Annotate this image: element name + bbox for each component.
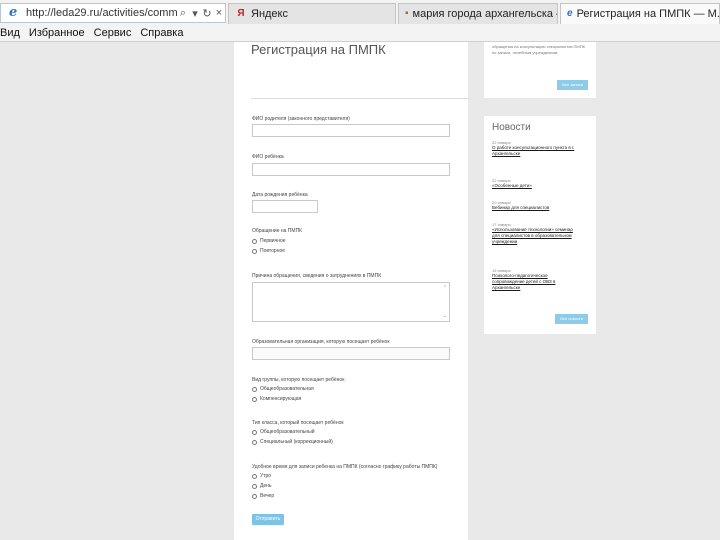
- internet-explorer-icon: e: [9, 5, 18, 20]
- time-option-morning[interactable]: Утро: [252, 473, 271, 479]
- radio-button[interactable]: [252, 248, 257, 254]
- close-icon[interactable]: ×: [213, 7, 225, 19]
- address-bar[interactable]: e http://leda29.ru/activities/commission…: [0, 3, 226, 23]
- time-option-evening[interactable]: Вечер: [252, 493, 274, 499]
- news-link[interactable]: «Использование технологии» семинар для с…: [492, 227, 576, 245]
- radio-button[interactable]: [252, 493, 257, 499]
- news-link[interactable]: Психолого-педагогическое сопровождение д…: [492, 273, 576, 291]
- records-text: обращения на консультацию специалистов П…: [492, 44, 585, 55]
- visit-type-option-repeat[interactable]: Повторное: [252, 248, 285, 254]
- child-name-label: ФИО ребёнка: [252, 154, 284, 160]
- news-item: 22 января О работе консультационного пун…: [492, 140, 576, 157]
- group-kind-label: Вид группы, которую посещает ребёнок: [252, 377, 345, 383]
- tab-yandex[interactable]: Я Яндекс: [228, 3, 396, 24]
- radio-button[interactable]: [252, 483, 257, 489]
- menu-tools[interactable]: Сервис: [94, 27, 132, 41]
- refresh-icon[interactable]: ↻: [201, 7, 213, 20]
- address-text[interactable]: http://leda29.ru/activities/commission/r…: [26, 7, 177, 19]
- time-option-day[interactable]: День: [252, 483, 272, 489]
- dropdown-icon[interactable]: ▾: [189, 7, 201, 20]
- page-title: Регистрация на ПМПК: [251, 42, 386, 57]
- birthdate-label: Дата рождения ребёнка: [252, 192, 308, 198]
- records-card: обращения на консультацию специалистов П…: [484, 42, 596, 98]
- radio-button[interactable]: [252, 473, 257, 479]
- school-label: Образовательная организация, которую пос…: [252, 339, 390, 345]
- tab-label: Регистрация на ПМПК — М...: [576, 8, 720, 20]
- reason-label: Причина обращения, сведения о затруднени…: [252, 273, 382, 279]
- radio-button[interactable]: [252, 439, 257, 445]
- news-item: 22 января «Особенные дети»: [492, 178, 576, 189]
- news-item: 17 января «Использование технологии» сем…: [492, 222, 576, 245]
- browser-chrome: e http://leda29.ru/activities/commission…: [0, 0, 720, 42]
- time-label: Удобное время для записи ребенка на ПМПК…: [252, 464, 438, 470]
- all-news-button[interactable]: Все новости: [555, 314, 588, 324]
- news-item: 20 января Вебинар для специалистов: [492, 200, 576, 211]
- news-link[interactable]: О работе консультационного пункта в г. А…: [492, 145, 576, 157]
- visit-type-option-primary[interactable]: Первичное: [252, 238, 286, 244]
- scroll-up-icon[interactable]: ⌃: [443, 285, 447, 291]
- search-icon[interactable]: ⌕: [177, 7, 189, 20]
- page-icon: ▪: [405, 8, 409, 19]
- radio-button[interactable]: [252, 386, 257, 392]
- divider: [251, 98, 469, 99]
- visit-type-label: Обращение на ПМПК: [252, 228, 303, 234]
- parent-name-input[interactable]: [252, 124, 450, 137]
- tab-label: Яндекс: [251, 8, 288, 20]
- all-records-button[interactable]: Все записи: [557, 80, 588, 90]
- yandex-icon: Я: [237, 8, 245, 19]
- scroll-down-icon[interactable]: ⌄: [443, 313, 447, 319]
- radio-button[interactable]: [252, 238, 257, 244]
- tab-label: мария города архангельска — ...: [412, 8, 557, 20]
- news-heading: Новости: [492, 122, 531, 133]
- child-name-input[interactable]: [252, 163, 450, 176]
- menu-bar: Вид Избранное Сервис Справка: [0, 27, 192, 41]
- menu-view[interactable]: Вид: [0, 27, 20, 41]
- class-type-label: Тип класса, который посещает ребёнок: [252, 420, 344, 426]
- news-link[interactable]: Вебинар для специалистов: [492, 205, 576, 211]
- registration-form: Регистрация на ПМПК ФИО родителя (законн…: [234, 42, 469, 540]
- tab-registration[interactable]: e Регистрация на ПМПК — М...: [560, 3, 720, 24]
- class-type-option-special[interactable]: Специальный (коррекционный): [252, 439, 333, 445]
- internet-explorer-icon: e: [567, 8, 573, 19]
- menu-favorites[interactable]: Избранное: [29, 27, 85, 41]
- school-input[interactable]: [252, 347, 450, 360]
- radio-button[interactable]: [252, 396, 257, 402]
- news-link[interactable]: «Особенные дети»: [492, 183, 576, 189]
- news-card: Новости 22 января О работе консультацион…: [484, 116, 596, 334]
- reason-textarea[interactable]: ⌃ ⌄: [252, 282, 450, 322]
- radio-button[interactable]: [252, 429, 257, 435]
- submit-button[interactable]: Отправить: [252, 514, 284, 525]
- parent-name-label: ФИО родителя (законного представителя): [252, 116, 350, 122]
- tab-city[interactable]: ▪ мария города архангельска — ...: [398, 3, 558, 24]
- class-type-option-general[interactable]: Общеобразовательный: [252, 429, 315, 435]
- birthdate-input[interactable]: [252, 200, 318, 213]
- news-item: 15 января Психолого-педагогическое сопро…: [492, 268, 576, 291]
- group-kind-option-compensating[interactable]: Компенсирующая: [252, 396, 301, 402]
- group-kind-option-general[interactable]: Общеобразовательная: [252, 386, 314, 392]
- menu-help[interactable]: Справка: [140, 27, 183, 41]
